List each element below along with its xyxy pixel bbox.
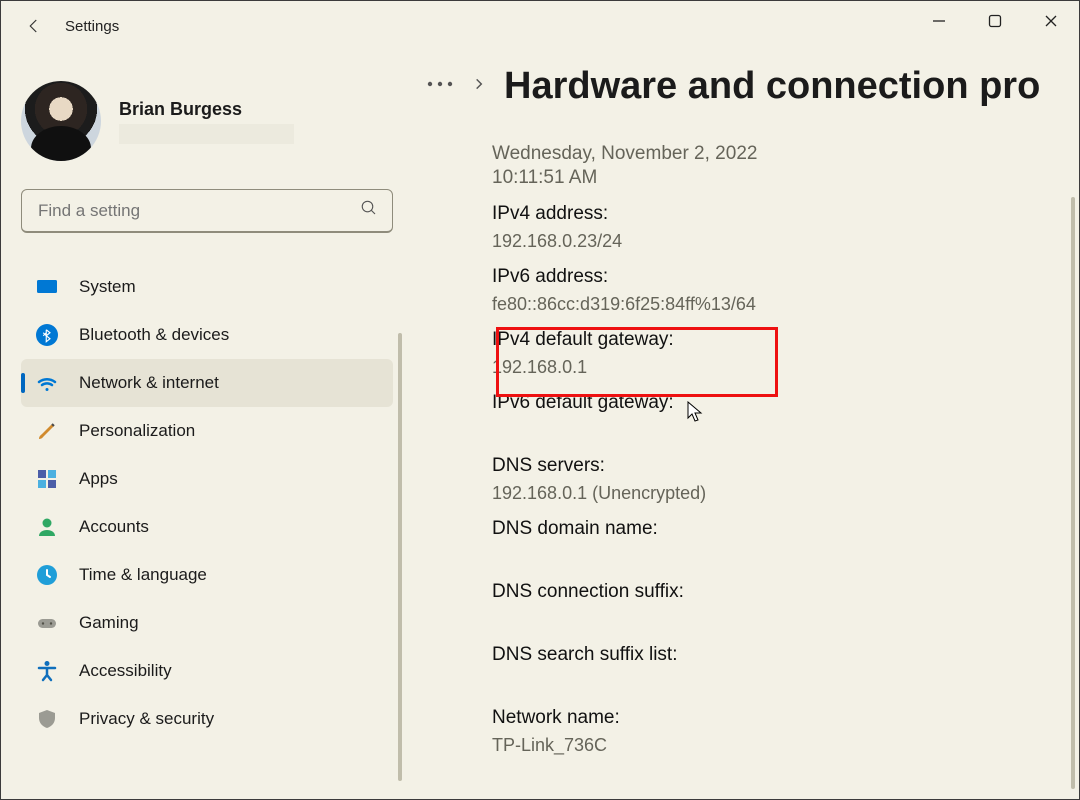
- apps-icon: [33, 465, 61, 493]
- profile-email-redacted: [119, 124, 294, 144]
- dns-search-label: DNS search suffix list:: [492, 644, 1059, 666]
- clock-icon: [33, 561, 61, 589]
- nav-label: Accounts: [79, 517, 149, 537]
- dns-servers-value: 192.168.0.1 (Unencrypted): [492, 483, 1059, 504]
- ipv6-address-label: IPv6 address:: [492, 266, 1059, 288]
- more-icon[interactable]: [426, 74, 454, 99]
- main-pane: Hardware and connection pro Wednesday, N…: [416, 51, 1079, 799]
- settings-window: Settings Brian Burgess System Bluetooth: [0, 0, 1080, 800]
- dns-suffix-value: [492, 609, 1059, 630]
- close-button[interactable]: [1023, 1, 1079, 41]
- nav-time[interactable]: Time & language: [21, 551, 393, 599]
- nav-privacy[interactable]: Privacy & security: [21, 695, 393, 743]
- ipv4-address-value: 192.168.0.23/24: [492, 231, 1059, 252]
- network-name-label: Network name:: [492, 707, 1059, 729]
- page-header: Hardware and connection pro: [416, 51, 1079, 121]
- dns-suffix-label: DNS connection suffix:: [492, 581, 1059, 603]
- search-input[interactable]: [36, 200, 360, 222]
- nav-label: Gaming: [79, 613, 139, 633]
- minimize-button[interactable]: [911, 1, 967, 41]
- nav-label: Personalization: [79, 421, 195, 441]
- timestamp-time: 10:11:51 AM: [492, 167, 1059, 189]
- paint-icon: [33, 417, 61, 445]
- content-scrollbar[interactable]: [1071, 197, 1075, 789]
- profile-block[interactable]: Brian Burgess: [21, 81, 416, 161]
- person-icon: [33, 513, 61, 541]
- nav-label: Apps: [79, 469, 118, 489]
- sidebar: Brian Burgess System Bluetooth & devices…: [1, 51, 416, 799]
- nav-bluetooth[interactable]: Bluetooth & devices: [21, 311, 393, 359]
- search-icon: [360, 199, 378, 222]
- dns-domain-label: DNS domain name:: [492, 518, 1059, 540]
- ipv4-gateway-label: IPv4 default gateway:: [492, 329, 1059, 351]
- nav-label: Time & language: [79, 565, 207, 585]
- nav-apps[interactable]: Apps: [21, 455, 393, 503]
- nav-label: Bluetooth & devices: [79, 325, 229, 345]
- titlebar: Settings: [1, 1, 1079, 51]
- search-box[interactable]: [21, 189, 393, 233]
- nav-label: Accessibility: [79, 661, 172, 681]
- shield-icon: [33, 705, 61, 733]
- back-button[interactable]: [21, 13, 47, 39]
- nav-network[interactable]: Network & internet: [21, 359, 393, 407]
- maximize-button[interactable]: [967, 1, 1023, 41]
- chevron-right-icon[interactable]: [472, 75, 486, 98]
- profile-name: Brian Burgess: [119, 99, 294, 120]
- nav-label: Privacy & security: [79, 709, 214, 729]
- avatar: [21, 81, 101, 161]
- cursor-icon: [687, 401, 705, 428]
- wifi-icon: [33, 369, 61, 397]
- dns-search-value: [492, 672, 1059, 693]
- timestamp-date: Wednesday, November 2, 2022: [492, 143, 1059, 165]
- ipv4-address-label: IPv4 address:: [492, 203, 1059, 225]
- bluetooth-icon: [33, 321, 61, 349]
- nav-system[interactable]: System: [21, 263, 393, 311]
- system-icon: [33, 273, 61, 301]
- gaming-icon: [33, 609, 61, 637]
- nav-gaming[interactable]: Gaming: [21, 599, 393, 647]
- app-title: Settings: [65, 18, 119, 35]
- ipv6-address-value: fe80::86cc:d319:6f25:84ff%13/64: [492, 294, 1059, 315]
- nav-accessibility[interactable]: Accessibility: [21, 647, 393, 695]
- sidebar-scrollbar[interactable]: [398, 333, 402, 781]
- dns-servers-label: DNS servers:: [492, 455, 1059, 477]
- dns-domain-value: [492, 546, 1059, 567]
- page-title: Hardware and connection pro: [504, 65, 1040, 108]
- nav-personalization[interactable]: Personalization: [21, 407, 393, 455]
- nav-accounts[interactable]: Accounts: [21, 503, 393, 551]
- ipv6-gateway-label: IPv6 default gateway:: [492, 392, 1059, 414]
- accessibility-icon: [33, 657, 61, 685]
- nav-label: System: [79, 277, 136, 297]
- nav-label: Network & internet: [79, 373, 219, 393]
- ipv6-gateway-value: [492, 420, 1059, 441]
- network-name-value: TP-Link_736C: [492, 735, 1059, 756]
- window-controls: [911, 1, 1079, 41]
- ipv4-gateway-value: 192.168.0.1: [492, 357, 1059, 378]
- nav-list: System Bluetooth & devices Network & int…: [21, 263, 393, 743]
- properties-panel: Wednesday, November 2, 2022 10:11:51 AM …: [416, 131, 1059, 757]
